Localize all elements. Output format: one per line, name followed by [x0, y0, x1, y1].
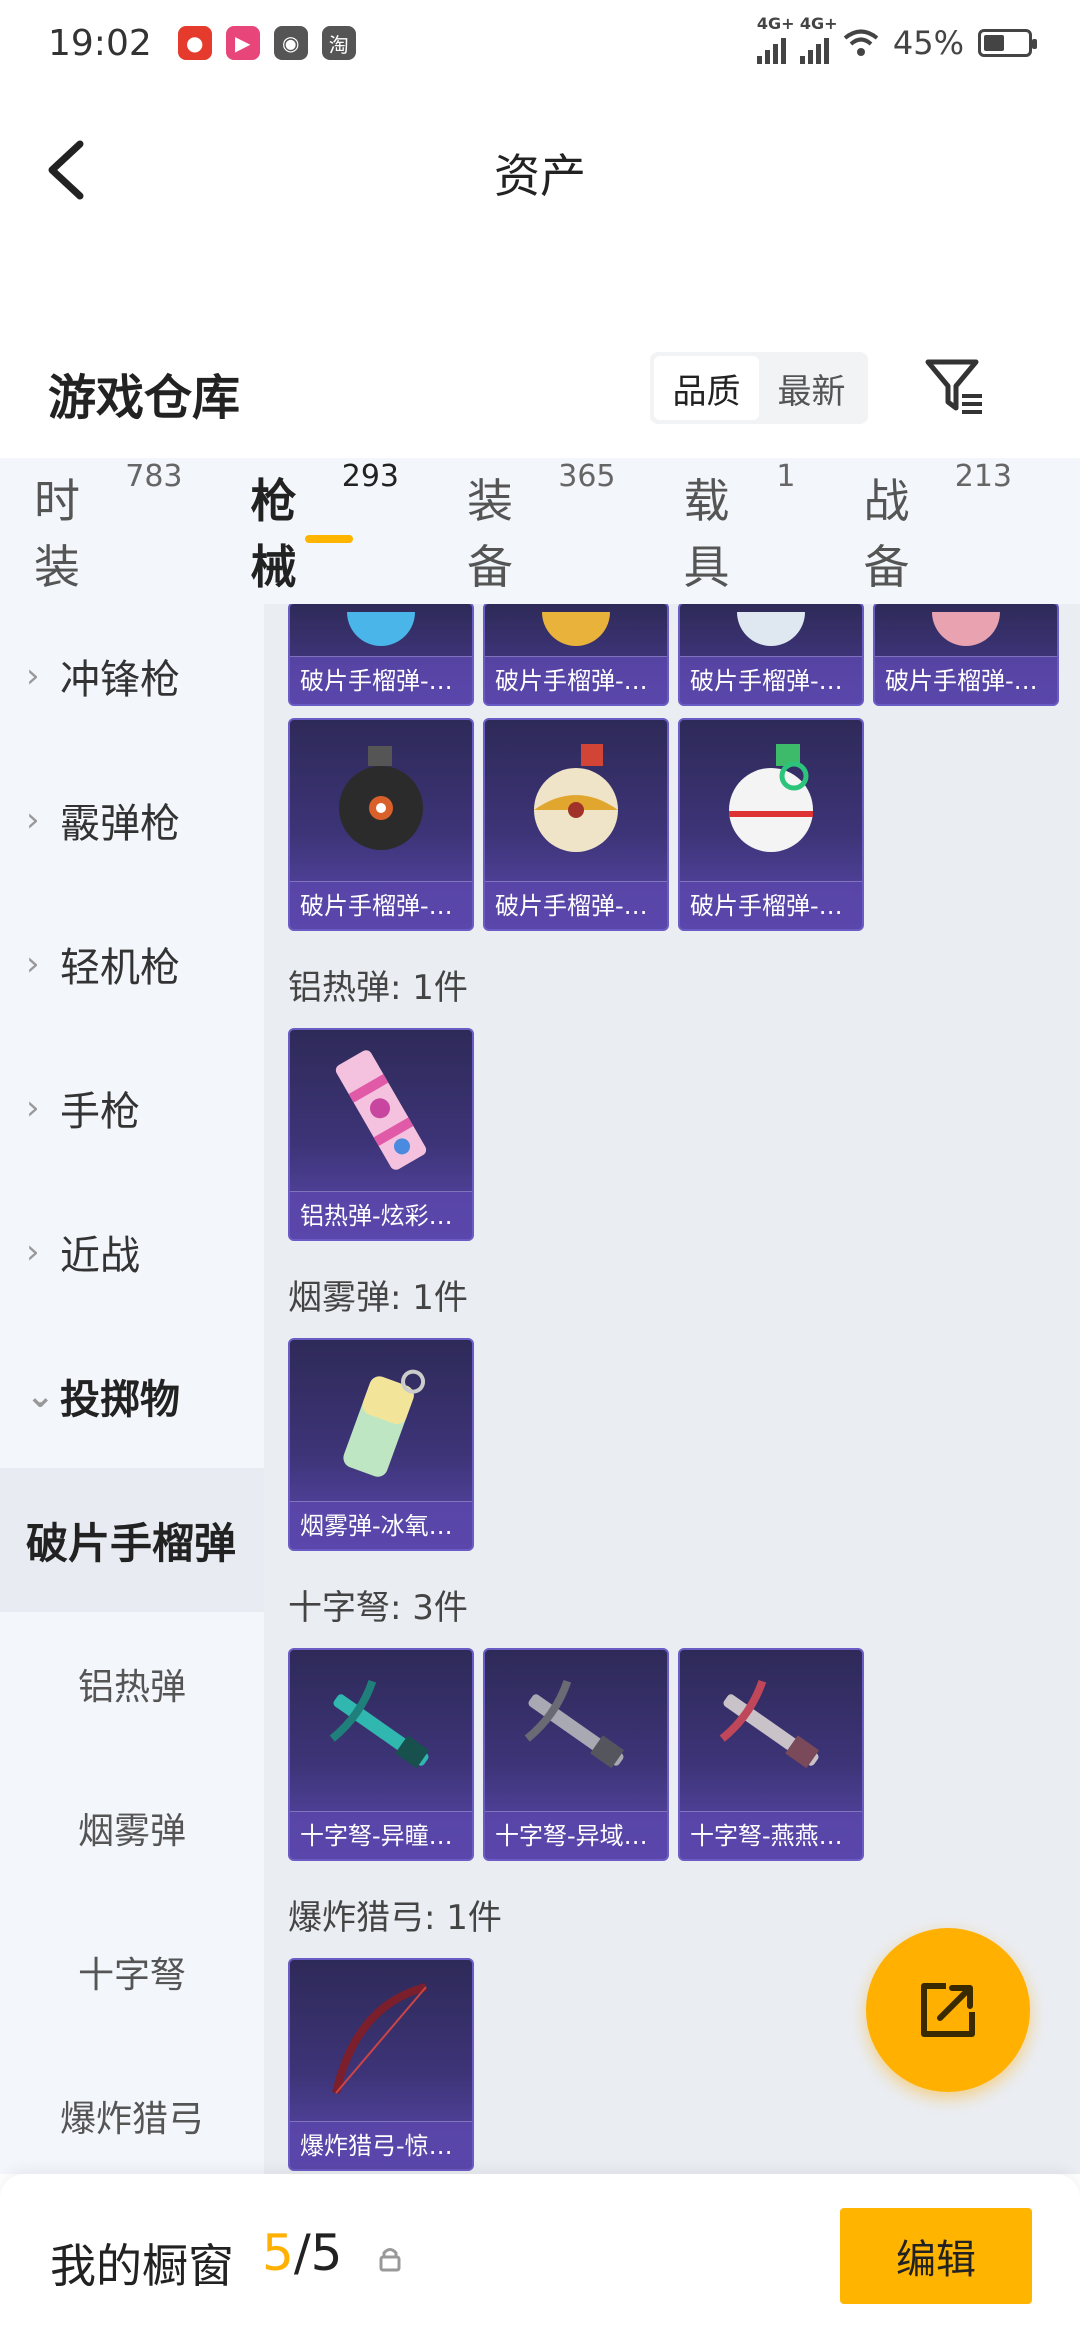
sidebar: › 冲锋枪 › 霰弹枪 › 轻机枪 › 手枪 › 近战 ⌄ 投掷物 破片手榴弹 铝热弹 烟雾… — [0, 604, 264, 2174]
battery-icon — [978, 29, 1037, 57]
signal-icon-2: 4G+ — [799, 14, 838, 64]
chevron-right-icon: › — [26, 656, 40, 696]
tab-guns[interactable]: 枪械 293 — [251, 459, 400, 597]
item-card[interactable]: 破片手榴弹-… — [288, 718, 474, 931]
bottom-bar: 我的橱窗 5/5 编辑 — [0, 2174, 1080, 2340]
chevron-right-icon: › — [26, 944, 40, 984]
item-card[interactable]: 铝热弹-炫彩… — [288, 1028, 474, 1241]
sidebar-item-throwables[interactable]: ⌄ 投掷物 — [0, 1324, 264, 1468]
crossbow-image — [680, 1650, 862, 1810]
page-title: 资产 — [494, 149, 586, 203]
crossbow-image — [485, 1650, 667, 1810]
chevron-right-icon: › — [26, 1088, 40, 1128]
item-card[interactable]: 烟雾弹-冰氧… — [288, 1338, 474, 1551]
item-card[interactable]: 十字弩-异瞳… — [288, 1648, 474, 1861]
item-card[interactable]: 破片手榴弹-… — [288, 604, 474, 706]
tab-vehicles[interactable]: 载具 1 — [684, 459, 796, 597]
item-card[interactable]: 十字弩-异域… — [483, 1648, 669, 1861]
chevron-right-icon: › — [26, 1232, 40, 1272]
group-label-crossbow: 十字弩: 3件 — [288, 1588, 468, 1628]
bow-image — [290, 1960, 472, 2120]
lock-icon — [379, 2248, 401, 2272]
edit-button[interactable]: 编辑 — [840, 2208, 1032, 2304]
item-card[interactable]: 破片手榴弹-… — [678, 718, 864, 931]
grenade-image — [485, 720, 667, 880]
showcase-title: 我的橱窗 — [50, 2239, 234, 2293]
category-tabs: 时装 783 枪械 293 装备 365 载具 1 战备 213 — [0, 458, 1080, 604]
sidebar-item-explosive-bow[interactable]: 爆炸猎弓 — [0, 2044, 264, 2174]
wifi-icon — [843, 29, 879, 56]
active-tab-indicator — [304, 535, 353, 543]
sidebar-item-smg[interactable]: › 冲锋枪 — [0, 604, 264, 748]
grenade-image — [290, 720, 472, 880]
signal-icon: 4G+ — [756, 14, 795, 64]
item-card[interactable]: 破片手榴弹-… — [678, 604, 864, 706]
taobao-app-icon: 淘 — [321, 26, 356, 60]
group-label-thermite: 铝热弹: 1件 — [288, 968, 468, 1008]
item-card[interactable]: 破片手榴弹-… — [483, 604, 669, 706]
sidebar-item-lmg[interactable]: › 轻机枪 — [0, 892, 264, 1036]
thermite-image — [290, 1030, 472, 1190]
sidebar-item-melee[interactable]: › 近战 — [0, 1180, 264, 1324]
video-app-icon: ▶ — [225, 26, 260, 60]
crossbow-image — [290, 1650, 472, 1810]
tab-fashion[interactable]: 时装 783 — [34, 459, 183, 597]
share-icon — [921, 1983, 975, 2037]
chevron-down-icon: ⌄ — [26, 1376, 55, 1416]
group-label-bow: 爆炸猎弓: 1件 — [288, 1898, 502, 1938]
group-label-smoke: 烟雾弹: 1件 — [288, 1278, 468, 1318]
chat-app-icon: ◉ — [273, 26, 308, 60]
sort-quality-button[interactable]: 品质 — [654, 356, 759, 420]
sidebar-item-shotgun[interactable]: › 霰弹枪 — [0, 748, 264, 892]
tab-equipment[interactable]: 装备 365 — [467, 459, 616, 597]
item-card[interactable]: 破片手榴弹-… — [873, 604, 1059, 706]
smoke-image — [290, 1340, 472, 1500]
grenade-image — [680, 720, 862, 880]
status-time: 19:02 — [48, 22, 152, 64]
sidebar-item-frag-grenade[interactable]: 破片手榴弹 — [0, 1468, 264, 1612]
sidebar-item-pistol[interactable]: › 手枪 — [0, 1036, 264, 1180]
status-bar: 19:02 ● ▶ ◉ 淘 4G+ 4G+ 45% — [0, 0, 1080, 86]
chevron-right-icon: › — [26, 800, 40, 840]
item-card[interactable]: 十字弩-燕燕… — [678, 1648, 864, 1861]
sort-toggle: 品质 最新 — [650, 352, 868, 424]
warehouse-title: 游戏仓库 — [48, 370, 241, 426]
sidebar-item-thermite[interactable]: 铝热弹 — [0, 1612, 264, 1756]
item-card[interactable]: 爆炸猎弓-惊… — [288, 1958, 474, 2171]
sort-newest-button[interactable]: 最新 — [759, 356, 864, 420]
app-notification-icon: ● — [177, 26, 212, 60]
tab-battle-gear[interactable]: 战备 213 — [864, 459, 1013, 597]
sidebar-item-smoke[interactable]: 烟雾弹 — [0, 1756, 264, 1900]
showcase-count: 5/5 — [262, 2224, 343, 2282]
battery-percent: 45% — [892, 24, 964, 62]
share-button[interactable] — [866, 1928, 1030, 2092]
header: 资产 — [0, 110, 1080, 230]
filter-icon[interactable] — [922, 354, 986, 420]
sidebar-item-crossbow[interactable]: 十字弩 — [0, 1900, 264, 2044]
item-card[interactable]: 破片手榴弹-… — [483, 718, 669, 931]
